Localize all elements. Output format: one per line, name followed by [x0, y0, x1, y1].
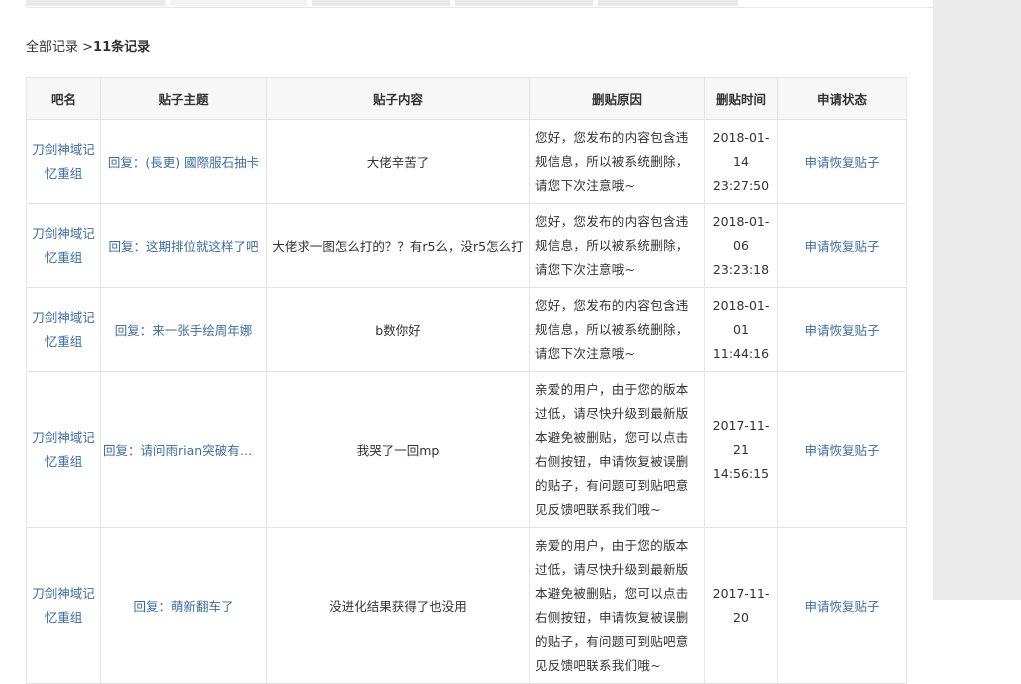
column-header-topic: 贴子主题 — [100, 77, 267, 120]
column-header-forum: 吧名 — [26, 77, 101, 120]
topic-link[interactable]: 回复：这期排位就这样了吧 — [101, 236, 266, 255]
delete-time: 2018-01-01 11:44:16 — [704, 287, 778, 372]
delete-time: 2017-11-21 14:56:15 — [704, 371, 778, 528]
table-row: 刀剑神域记忆重组 回复：请问雨rian突破有什么用 我哭了一回mp 亲爱的用户，… — [26, 371, 907, 528]
forum-link[interactable]: 刀剑神域记忆重组 — [26, 287, 101, 372]
delete-date: 2017-11-21 — [712, 417, 770, 457]
breadcrumb: 全部记录 >11条记录 — [26, 36, 150, 55]
breadcrumb-separator: > — [78, 40, 94, 55]
post-content: 没进化结果获得了也没用 — [329, 599, 467, 614]
delete-reason: 您好，您发布的内容包含违规信息，所以被系统删除，请您下次注意哦~ — [529, 203, 705, 288]
delete-time: 2017-11-20 — [704, 527, 778, 684]
delete-date: 2018-01-14 — [712, 129, 770, 169]
content-cell: 大佬辛苦了 — [266, 119, 530, 204]
tab-2[interactable] — [170, 0, 307, 6]
delete-date: 2017-11-20 — [712, 585, 770, 625]
breadcrumb-root[interactable]: 全部记录 — [26, 40, 78, 55]
post-content: 大佬求一图怎么打的？？有r5么，没r5怎么打 — [272, 239, 524, 254]
delete-reason: 您好，您发布的内容包含违规信息，所以被系统删除，请您下次注意哦~ — [529, 119, 705, 204]
forum-link[interactable]: 刀剑神域记忆重组 — [26, 527, 101, 684]
topic-cell: 回复：萌新翻车了 — [100, 527, 267, 684]
delete-clock: 11:44:16 — [712, 345, 770, 361]
post-content: 我哭了一回mp — [356, 443, 440, 458]
table-row: 刀剑神域记忆重组 回复：这期排位就这样了吧 大佬求一图怎么打的？？有r5么，没r… — [26, 203, 907, 288]
delete-reason: 亲爱的用户，由于您的版本过低，请尽快升级到最新版本避免被删贴，您可以点击右侧按钮… — [529, 527, 705, 684]
restore-post-link[interactable]: 申请恢复贴子 — [777, 203, 907, 288]
tab-1[interactable] — [26, 0, 165, 6]
delete-clock: 23:23:18 — [712, 261, 770, 277]
table-header-row: 吧名 贴子主题 贴子内容 删贴原因 删贴时间 申请状态 — [26, 77, 907, 120]
delete-date: 2018-01-06 — [712, 213, 770, 253]
restore-post-link[interactable]: 申请恢复贴子 — [777, 287, 907, 372]
tab-5[interactable] — [598, 0, 738, 6]
table-row: 刀剑神域记忆重组 回复：来一张手绘周年娜 b数你好 您好，您发布的内容包含违规信… — [26, 287, 907, 372]
forum-link[interactable]: 刀剑神域记忆重组 — [26, 203, 101, 288]
column-header-time: 删贴时间 — [704, 77, 778, 120]
post-content: b数你好 — [375, 323, 421, 338]
deleted-posts-table: 吧名 贴子主题 贴子内容 删贴原因 删贴时间 申请状态 刀剑神域记忆重组 回复：… — [26, 77, 907, 684]
delete-date: 2018-01-01 — [712, 297, 770, 337]
column-header-reason: 删贴原因 — [529, 77, 705, 120]
content-cell: 大佬求一图怎么打的？？有r5么，没r5怎么打 — [266, 203, 530, 288]
tab-bar — [26, 0, 933, 8]
delete-clock: 14:56:15 — [712, 465, 770, 481]
topic-cell: 回复：这期排位就这样了吧 — [100, 203, 267, 288]
delete-reason: 您好，您发布的内容包含违规信息，所以被系统删除，请您下次注意哦~ — [529, 287, 705, 372]
delete-time: 2018-01-14 23:27:50 — [704, 119, 778, 204]
delete-reason: 亲爱的用户，由于您的版本过低，请尽快升级到最新版本避免被删贴，您可以点击右侧按钮… — [529, 371, 705, 528]
content-cell: 我哭了一回mp — [266, 371, 530, 528]
table-row: 刀剑神域记忆重组 回复：(長更) 國際服石抽卡 大佬辛苦了 您好，您发布的内容包… — [26, 119, 907, 204]
topic-cell: 回复：请问雨rian突破有什么用 — [100, 371, 267, 528]
delete-clock: 23:27:50 — [712, 177, 770, 193]
side-panel — [933, 0, 1021, 600]
restore-post-link[interactable]: 申请恢复贴子 — [777, 527, 907, 684]
forum-link[interactable]: 刀剑神域记忆重组 — [26, 119, 101, 204]
restore-post-link[interactable]: 申请恢复贴子 — [777, 119, 907, 204]
column-header-content: 贴子内容 — [266, 77, 530, 120]
record-count: 11条记录 — [93, 40, 151, 55]
topic-cell: 回复：(長更) 國際服石抽卡 — [100, 119, 267, 204]
topic-link[interactable]: 回复：(長更) 國際服石抽卡 — [101, 152, 266, 171]
topic-link[interactable]: 回复：萌新翻车了 — [101, 596, 266, 615]
delete-time: 2018-01-06 23:23:18 — [704, 203, 778, 288]
table-row: 刀剑神域记忆重组 回复：萌新翻车了 没进化结果获得了也没用 亲爱的用户，由于您的… — [26, 527, 907, 684]
tab-3[interactable] — [312, 0, 450, 6]
content-cell: 没进化结果获得了也没用 — [266, 527, 530, 684]
forum-link[interactable]: 刀剑神域记忆重组 — [26, 371, 101, 528]
content-cell: b数你好 — [266, 287, 530, 372]
column-header-status: 申请状态 — [777, 77, 907, 120]
tab-4[interactable] — [455, 0, 593, 6]
topic-link[interactable]: 回复：来一张手绘周年娜 — [101, 320, 266, 339]
topic-cell: 回复：来一张手绘周年娜 — [100, 287, 267, 372]
topic-link[interactable]: 回复：请问雨rian突破有什么用 — [101, 440, 266, 459]
post-content: 大佬辛苦了 — [366, 155, 430, 170]
restore-post-link[interactable]: 申请恢复贴子 — [777, 371, 907, 528]
